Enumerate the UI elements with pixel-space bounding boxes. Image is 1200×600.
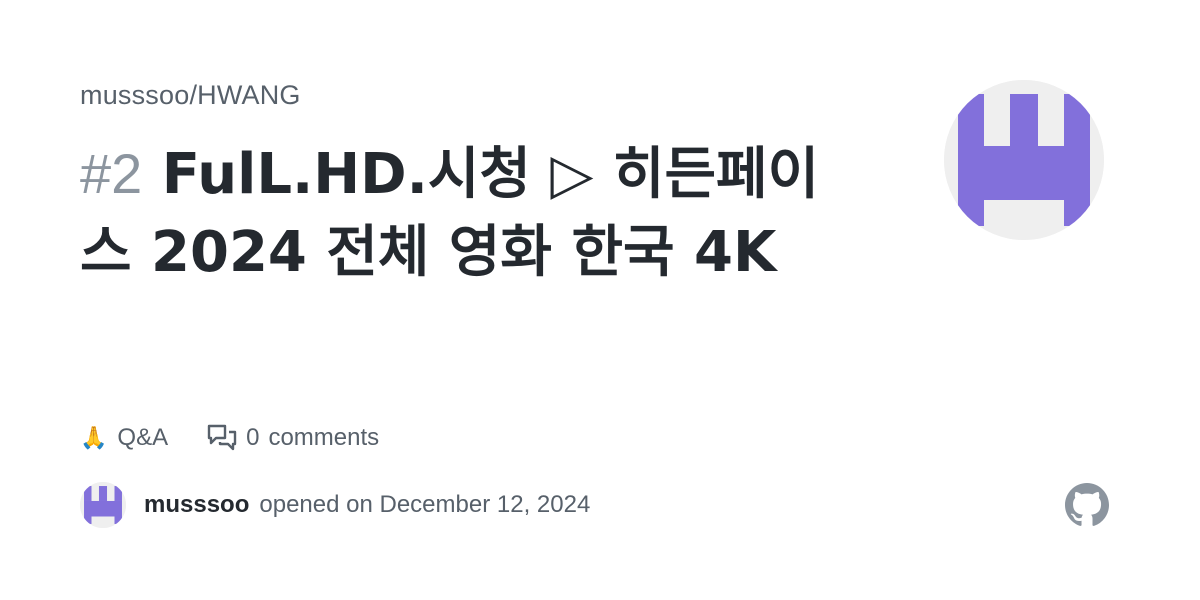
issue-title: FulL.HD.시청 ▷ 히든페이스 2024 전체 영화 한국 4K xyxy=(80,142,820,285)
issue-title-block: #2 FulL.HD.시청 ▷ 히든페이스 2024 전체 영화 한국 4K xyxy=(80,135,850,292)
author-avatar-large xyxy=(944,80,1104,240)
comment-label: comments xyxy=(268,424,380,451)
author-avatar[interactable] xyxy=(80,482,126,528)
issue-meta: 🙏 Q&A 0 comments xyxy=(80,420,417,456)
opened-date: opened on December 12, 2024 xyxy=(259,491,591,518)
category-label[interactable]: 🙏 Q&A xyxy=(80,424,168,452)
author-row: musssoo opened on December 12, 2024 xyxy=(80,481,590,529)
identicon-large xyxy=(944,80,1104,240)
comment-discussion-icon xyxy=(206,423,238,453)
author-name[interactable]: musssoo xyxy=(144,491,249,519)
comment-count: 0 xyxy=(246,424,260,451)
repository-name[interactable]: musssoo/HWANG xyxy=(80,80,301,111)
identicon-small xyxy=(80,482,126,528)
github-mark-icon xyxy=(1065,483,1109,527)
comments-count[interactable]: 0 comments xyxy=(206,423,379,453)
folded-hands-icon: 🙏 xyxy=(80,425,108,450)
issue-number: #2 xyxy=(80,142,143,205)
category-name: Q&A xyxy=(117,424,169,451)
